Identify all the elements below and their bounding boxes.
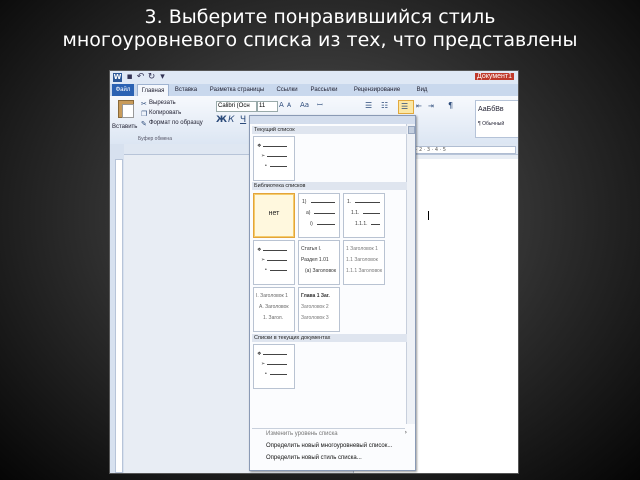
tile-numbered-l1: 1): [302, 199, 307, 205]
undo-icon[interactable]: ↶: [136, 73, 145, 82]
list-style-numbered[interactable]: 1) a) i): [298, 193, 340, 238]
list-style-none[interactable]: нет: [253, 193, 295, 238]
define-new-list-style-item[interactable]: Определить новый стиль списка...: [266, 454, 362, 462]
change-list-level-item[interactable]: Изменить уровень списка: [266, 430, 338, 438]
clear-format-icon[interactable]: ꟷ: [317, 100, 323, 110]
style-normal-name: ¶ Обычный: [478, 121, 505, 127]
tab-page-layout[interactable]: Разметка страницы: [205, 84, 269, 96]
tile-chapter-l3: Заголовок 3: [301, 315, 329, 321]
word-logo-icon: W: [113, 73, 122, 82]
list-style-document[interactable]: ❖ ➢ •: [253, 344, 295, 389]
bullets-icon[interactable]: ☰: [365, 101, 372, 111]
tile-decimal-l3: 1.1.1.: [355, 221, 368, 227]
tile-heading-decimal-l1: 1 Заголовок 1: [346, 246, 378, 252]
tab-home[interactable]: Главная: [137, 84, 169, 96]
tile-heading-decimal-l2: 1.1 Заголовок: [346, 257, 378, 263]
dropdown-header-strip: [250, 116, 415, 124]
slide-title: 3. Выберите понравившийся стиль многоуро…: [0, 6, 640, 52]
tile-article-l2: Раздел 1.01: [301, 257, 329, 263]
list-style-decimal[interactable]: 1. 1.1. 1.1.1.: [343, 193, 385, 238]
decrease-indent-icon[interactable]: ⇤: [416, 101, 422, 111]
numbering-icon[interactable]: ☷: [381, 101, 388, 111]
define-new-multilevel-list-item[interactable]: Определить новый многоуровневый список..…: [266, 442, 392, 450]
tile-heading-roman-l3: 1. Загол.: [263, 315, 284, 321]
increase-indent-icon[interactable]: ⇥: [428, 101, 434, 111]
tab-insert[interactable]: Вставка: [170, 84, 202, 96]
scroll-up-button[interactable]: [408, 126, 415, 134]
list-style-heading-decimal[interactable]: 1 Заголовок 1 1.1 Заголовок 1.1.1 Заголо…: [343, 240, 385, 285]
dropdown-scrollbar[interactable]: [406, 124, 415, 424]
tab-mailings[interactable]: Рассылки: [305, 84, 343, 96]
tile-numbered-l2: a): [306, 210, 311, 216]
bold-icon[interactable]: Ж: [216, 115, 227, 125]
tab-view[interactable]: Вид: [411, 84, 433, 96]
dropdown-separator: [252, 428, 405, 429]
copy-button[interactable]: Копировать: [149, 110, 181, 116]
list-style-chapter[interactable]: Глава 1 Заг. Заголовок 2 Заголовок 3: [298, 287, 340, 332]
quick-access-toolbar: W ▪ ↶ ↻ ▾ Документ1: [110, 71, 518, 84]
tile-chapter-l2: Заголовок 2: [301, 304, 329, 310]
redo-icon[interactable]: ↻: [147, 73, 156, 82]
ribbon-tab-bar: Файл Главная Вставка Разметка страницы С…: [110, 84, 518, 96]
multilevel-list-icon: ☰: [401, 102, 409, 111]
section-document-lists: Списки в текущих документах: [252, 334, 407, 342]
list-style-bullets[interactable]: ❖ ➢ •: [253, 240, 295, 285]
tab-references[interactable]: Ссылки: [272, 84, 302, 96]
section-list-library: Библиотека списков: [252, 182, 407, 190]
font-size-box[interactable]: 11: [257, 101, 278, 112]
tab-file[interactable]: Файл: [112, 84, 134, 96]
tile-heading-decimal-l3: 1.1.1 Заголовок: [346, 268, 383, 274]
qat-customize-icon[interactable]: ▾: [158, 73, 167, 82]
tile-heading-roman-l1: I. Заголовок 1: [256, 293, 288, 299]
style-normal-preview: АаБбВв: [478, 106, 504, 113]
slide-title-line-1: 3. Выберите понравившийся стиль: [144, 6, 496, 28]
tab-review[interactable]: Рецензирование: [346, 84, 408, 96]
save-icon[interactable]: ▪: [125, 73, 134, 82]
list-style-current[interactable]: ❖ ➢ •: [253, 136, 295, 181]
cut-icon: ✂: [141, 100, 147, 108]
format-painter-button[interactable]: Формат по образцу: [149, 120, 203, 126]
italic-icon[interactable]: К: [228, 115, 234, 125]
document-title: Документ1: [475, 73, 514, 80]
show-marks-icon[interactable]: ¶: [448, 101, 453, 111]
list-style-none-label: нет: [268, 210, 280, 217]
tile-chapter-l1: Глава 1 Заг.: [301, 293, 330, 299]
format-painter-icon: ✎: [141, 120, 147, 128]
tile-decimal-l1: 1.: [347, 199, 352, 205]
clipboard-group-label: Буфер обмена: [138, 136, 172, 142]
list-style-article[interactable]: Статья I. Раздел 1.01 (a) Заголовок: [298, 240, 340, 285]
word-window: W ▪ ↶ ↻ ▾ Документ1 Файл Главная Вставка…: [109, 70, 519, 474]
tile-article-l3: (a) Заголовок: [305, 268, 337, 274]
tile-decimal-l2: 1.1.: [351, 210, 360, 216]
tile-heading-roman-l2: A. Заголовок: [259, 304, 289, 310]
multilevel-list-button[interactable]: ☰: [398, 100, 414, 114]
grow-font-icon[interactable]: A: [279, 100, 284, 110]
underline-icon[interactable]: Ч: [240, 115, 246, 125]
submenu-arrow-icon: ›: [404, 429, 407, 436]
shrink-font-icon[interactable]: A: [287, 101, 291, 111]
paper-icon: [122, 104, 134, 118]
horizontal-ruler-scale: 1 · 2 · 3 · 4 · 5: [410, 146, 516, 154]
multilevel-list-dropdown: Текущий список ❖ ➢ • Библиотека списков …: [249, 115, 416, 471]
section-current-list: Текущий список: [252, 126, 407, 134]
change-case-icon[interactable]: Aa: [300, 100, 309, 110]
list-style-heading-roman[interactable]: I. Заголовок 1 A. Заголовок 1. Загол.: [253, 287, 295, 332]
slide-title-line-2: многоуровневого списка из тех, что предс…: [62, 29, 578, 51]
cut-button[interactable]: Вырезать: [149, 100, 176, 106]
styles-gallery[interactable]: АаБбВв ¶ Обычный: [475, 100, 518, 138]
text-cursor: [428, 211, 429, 220]
tile-article-l1: Статья I.: [301, 246, 322, 252]
paste-label: Вставить: [112, 124, 138, 130]
tile-numbered-l3: i): [310, 221, 313, 227]
copy-icon: ❐: [141, 110, 148, 118]
font-name-box[interactable]: Calibri (Осн: [216, 101, 257, 112]
vertical-ruler: [115, 159, 123, 473]
paste-button[interactable]: Вставить: [112, 100, 138, 136]
